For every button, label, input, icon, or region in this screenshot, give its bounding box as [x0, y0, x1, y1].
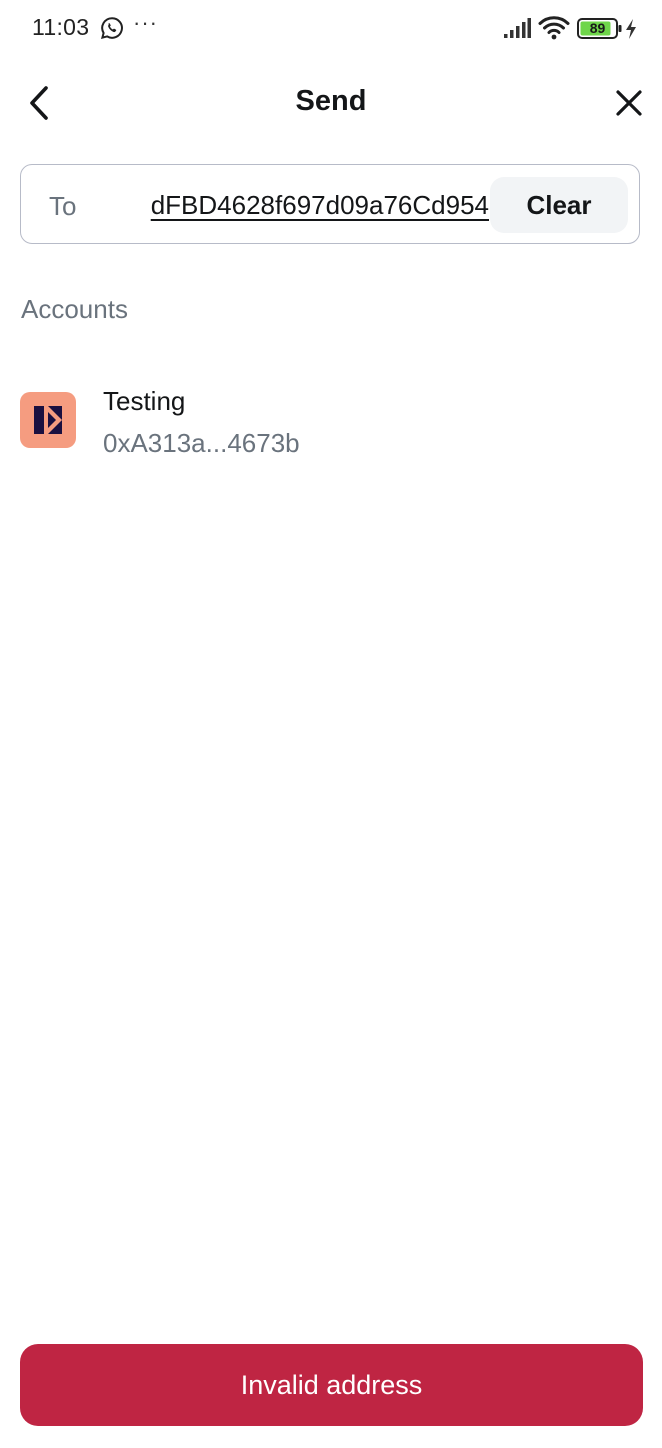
header: Send	[0, 66, 662, 138]
recipient-address-value[interactable]: dFBD4628f697d09a76Cd954	[151, 185, 489, 225]
close-icon	[616, 90, 642, 116]
more-notifications-icon: ···	[133, 10, 158, 35]
status-bar: 11:03 ··· 89	[0, 0, 662, 58]
accounts-section-title: Accounts	[21, 294, 128, 324]
battery-icon: 89	[577, 18, 623, 40]
whatsapp-icon	[100, 16, 124, 40]
account-name: Testing	[103, 386, 186, 416]
to-label: To	[49, 191, 77, 221]
recipient-address-input[interactable]: dFBD4628f697d09a76Cd954	[101, 185, 489, 225]
invalid-address-button[interactable]: Invalid address	[20, 1344, 643, 1426]
account-avatar-icon	[34, 406, 62, 434]
signal-icon	[503, 17, 531, 39]
charging-icon	[624, 18, 638, 40]
recipient-field[interactable]: To dFBD4628f697d09a76Cd954 Clear	[20, 164, 640, 244]
account-avatar	[20, 392, 76, 448]
page-title: Send	[295, 85, 367, 117]
close-button[interactable]	[606, 80, 652, 126]
account-list-item[interactable]: Testing 0xA313a...4673b	[0, 372, 662, 472]
status-time: 11:03	[32, 14, 90, 40]
battery-level: 89	[589, 20, 606, 36]
clear-button[interactable]: Clear	[490, 177, 628, 233]
account-address: 0xA313a...4673b	[103, 428, 300, 458]
wifi-icon	[538, 15, 570, 41]
